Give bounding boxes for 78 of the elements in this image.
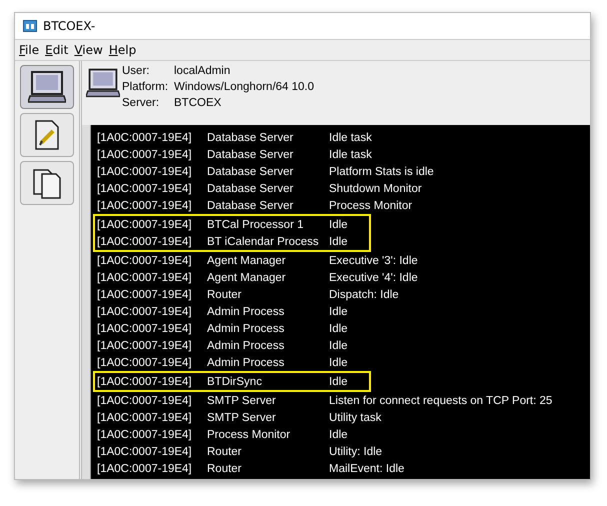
log-source: Process Monitor — [207, 428, 292, 440]
log-id: [1A0C:0007-19E4] — [97, 462, 193, 474]
log-message: Executive '3': Idle — [329, 254, 418, 266]
log-source: BT iCalendar Process — [207, 236, 320, 248]
info-label: Platform: — [122, 81, 170, 95]
log-id: [1A0C:0007-19E4] — [97, 272, 193, 284]
info-label: Server: — [122, 97, 160, 111]
log-message: Idle task — [329, 132, 372, 144]
log-id: [1A0C:0007-19E4] — [97, 428, 193, 440]
log-message: Platform Stats is idle — [329, 166, 434, 178]
scrollbar-track[interactable] — [82, 125, 91, 479]
log-message: Idle — [329, 428, 348, 440]
window-title: BTCOEX- — [43, 19, 96, 33]
log-id: [1A0C:0007-19E4] — [97, 306, 193, 318]
log-source: Database Server — [207, 166, 294, 178]
log-id: [1A0C:0007-19E4] — [97, 166, 193, 178]
log-source: Admin Process — [207, 340, 286, 352]
log-source: Agent Manager — [207, 254, 287, 266]
log-message: Dispatch: Idle — [329, 288, 399, 300]
log-source: Admin Process — [207, 306, 286, 318]
log-message: Utility task — [329, 412, 382, 424]
app-icon — [23, 20, 37, 32]
log-message: Executive '4': Idle — [329, 272, 418, 284]
log-id: [1A0C:0007-19E4] — [97, 394, 193, 406]
menu-item[interactable]: File — [19, 43, 40, 57]
log-message: Idle — [329, 340, 348, 352]
log-id: [1A0C:0007-19E4] — [97, 376, 193, 388]
log-id: [1A0C:0007-19E4] — [97, 200, 193, 212]
log-message: Idle — [329, 376, 348, 388]
log-id: [1A0C:0007-19E4] — [97, 340, 193, 352]
log-id: [1A0C:0007-19E4] — [97, 322, 193, 334]
log-message: Idle — [329, 218, 348, 230]
log-message: MailEvent: Idle — [329, 462, 404, 474]
log-id: [1A0C:0007-19E4] — [97, 218, 193, 230]
info-label: User: — [122, 65, 150, 79]
log-message: Process Monitor — [329, 200, 412, 212]
log-message: Idle — [329, 356, 348, 368]
log-source: Agent Manager — [207, 272, 287, 284]
menu-item[interactable]: View — [74, 43, 103, 57]
info-value: localAdmin — [174, 65, 230, 79]
menu-item[interactable]: Help — [108, 43, 136, 57]
info-value: Windows/Longhorn/64 10.0 — [174, 81, 314, 95]
log-id: [1A0C:0007-19E4] — [97, 236, 193, 248]
log-message: Idle task — [329, 148, 372, 160]
log-message: Listen for connect requests on TCP Port: 25 — [329, 394, 552, 406]
log-message: Idle — [329, 322, 348, 334]
toolbar-button[interactable] — [20, 161, 74, 205]
log-source: Router — [207, 462, 243, 474]
toolbar-button[interactable] — [20, 113, 74, 157]
log-id: [1A0C:0007-19E4] — [97, 132, 193, 144]
log-source: SMTP Server — [207, 412, 277, 424]
log-source: BTCal Processor 1 — [207, 218, 305, 230]
log-source: BTDirSync — [207, 376, 263, 388]
log-id: [1A0C:0007-19E4] — [97, 356, 193, 368]
log-id: [1A0C:0007-19E4] — [97, 446, 193, 458]
log-source: Database Server — [207, 200, 294, 212]
log-source: SMTP Server — [207, 394, 277, 406]
log-id: [1A0C:0007-19E4] — [97, 182, 193, 194]
log-id: [1A0C:0007-19E4] — [97, 148, 193, 160]
computer-icon — [28, 70, 66, 104]
log-message: Utility: Idle — [329, 446, 382, 458]
log-id: [1A0C:0007-19E4] — [97, 412, 193, 424]
log-source: Database Server — [207, 132, 294, 144]
log-source: Router — [207, 446, 243, 458]
log-message: Idle — [329, 306, 348, 318]
log-source: Admin Process — [207, 322, 286, 334]
log-message: Idle — [329, 236, 348, 248]
log-source: Admin Process — [207, 356, 286, 368]
log-source: Database Server — [207, 148, 294, 160]
log-id: [1A0C:0007-19E4] — [97, 288, 193, 300]
menu-item[interactable]: Edit — [45, 43, 68, 57]
log-message: Shutdown Monitor — [329, 182, 422, 194]
computer-icon — [86, 67, 120, 99]
toolbar-button[interactable] — [20, 65, 74, 109]
log-source: Database Server — [207, 182, 294, 194]
log-id: [1A0C:0007-19E4] — [97, 254, 193, 266]
info-value: BTCOEX — [174, 97, 222, 111]
log-source: Router — [207, 288, 243, 300]
